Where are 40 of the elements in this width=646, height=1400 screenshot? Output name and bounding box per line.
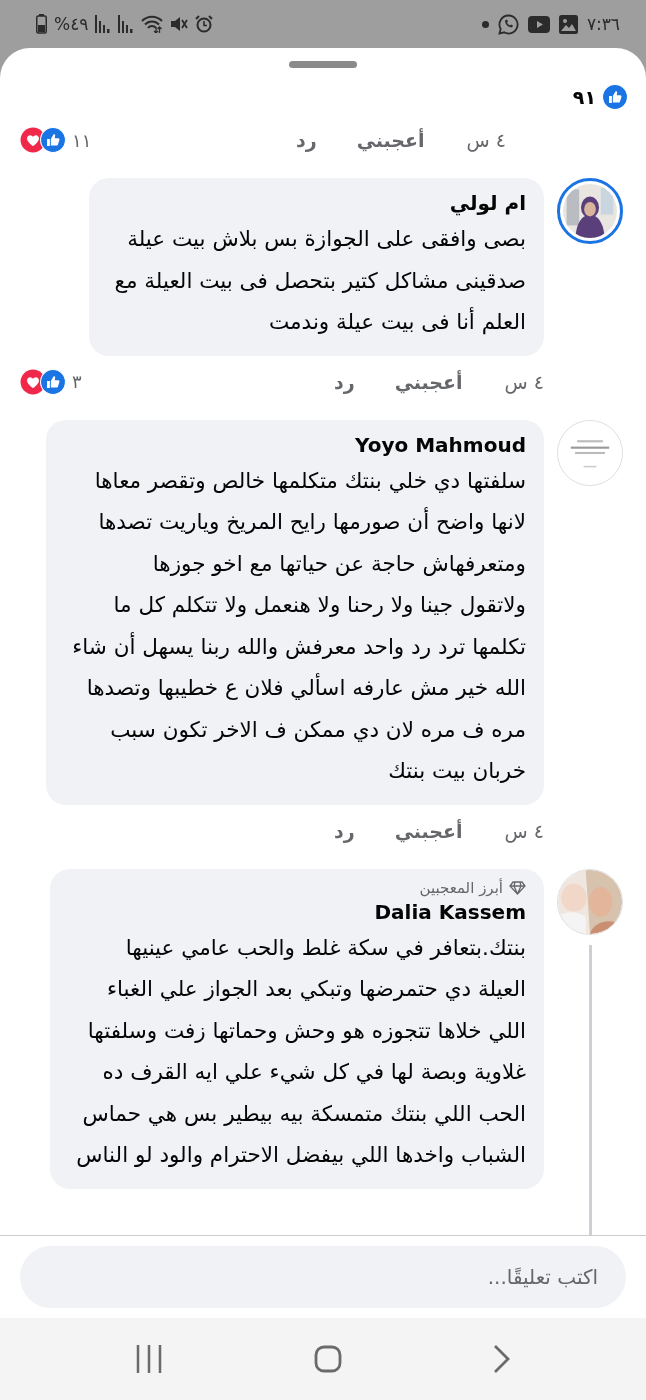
drag-handle[interactable] [289, 61, 357, 68]
author-name: Yoyo Mahmoud [354, 431, 526, 459]
author-name: ام لولي [448, 190, 526, 218]
comment-input[interactable]: اكتب تعليقًا... [20, 1246, 626, 1308]
timestamp: ٤ س [504, 370, 544, 393]
like-icon [40, 127, 66, 153]
comment-text: سلفتها دي خلي بنتك متكلمها خالص وتقصر معاها لانها واضح أن صورمها رايح المريخ وياريت تصدها ومتعرفهاش حاجة عن حياتها مع اخو جوزها ولاتقول جينا ولا رحنا ولا هنعمل ولا تتكلم كل ما تكلمها ترد رد واحد معرفش والله ربنا يسهل أن شاء الله خير مش عارفه اسألي فلان ع خطيبها وتصدها مره ف مره لان دي ممكن ف الاخر تكون سبب خربان بيت بنتك [72, 466, 526, 785]
reaction-count: ١١ [72, 129, 92, 151]
play-icon [527, 15, 550, 33]
signal-icon [95, 15, 112, 33]
signal-icon [118, 15, 135, 33]
reaction-count: ٩١ [572, 86, 596, 108]
reply-link[interactable]: رد [333, 370, 355, 393]
timestamp: ٤ س [504, 819, 544, 842]
top-fan-label: أبرز المعجبين [419, 878, 503, 897]
reply-link[interactable]: رد [295, 129, 317, 151]
like-link[interactable]: أعجبني [356, 129, 425, 151]
like-link[interactable]: أعجبني [394, 819, 463, 842]
mute-icon [170, 15, 189, 33]
chat-bubble-icon [497, 13, 519, 35]
like-icon [602, 84, 628, 110]
alarm-icon [195, 15, 214, 33]
battery-percentage: %٤٩ [54, 14, 89, 34]
recents-icon[interactable] [135, 1344, 164, 1374]
timestamp: ٤ س [466, 129, 506, 151]
wifi-icon [141, 15, 164, 33]
image-icon [558, 14, 578, 34]
home-icon[interactable] [314, 1345, 342, 1373]
reply-link[interactable]: رد [333, 819, 355, 842]
battery-icon [36, 14, 47, 34]
clock: ٧:٣٦ [586, 14, 620, 34]
author-name: Dalia Kassem [373, 898, 526, 926]
back-icon[interactable] [492, 1344, 511, 1374]
like-icon [40, 368, 66, 395]
diamond-icon [509, 880, 526, 895]
comment-text: بصى وافقى على الجوازة بس بلاش بيت عيلة صدقينى مشاكل كتير بتحصل فى بيت العيلة مع العلم أنا فى بيت عيلة وندمت [114, 225, 526, 337]
reaction-count: ٣ [72, 371, 82, 392]
like-link[interactable]: أعجبني [394, 370, 463, 393]
comment-text: بنتك.بتعافر في سكة غلط والحب عامي عينيها العيلة دي حتمرضها وتبكي بعد الجواز علي الغباء اللي خلاها تتجوزه هو وحش وحماتها زفت وسلفتها غلاوية وبصة لها في كل شيء علي ايه القرف ده الحب اللي بنتك متمسكة بيه بيطير بس هي حماس الشباب واخدها اللي بيفضل الاحترام والود لو الناس [76, 933, 526, 1169]
notification-dot-icon [481, 20, 489, 28]
